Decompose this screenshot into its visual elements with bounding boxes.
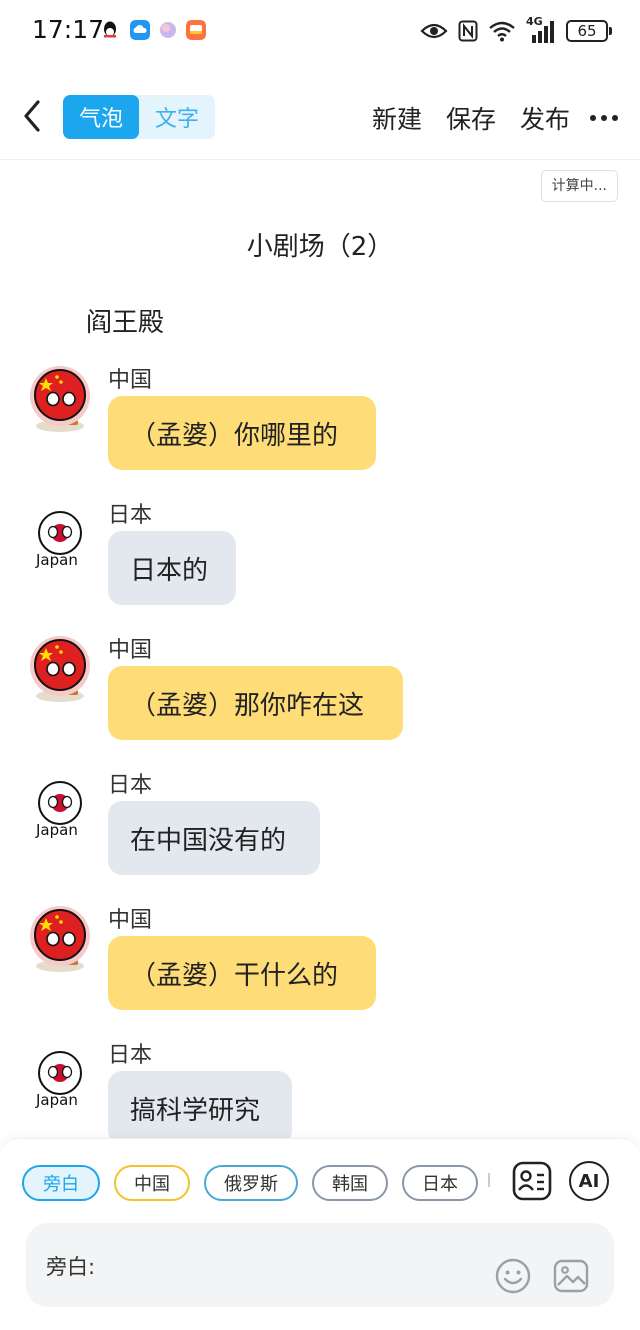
gallery-app-icon: [186, 20, 206, 40]
japan-avatar[interactable]: Japan: [26, 1045, 94, 1121]
message-bubble[interactable]: （孟婆）那你咋在这: [108, 666, 403, 740]
message-bubble[interactable]: 日本的: [108, 531, 236, 605]
bottom-panel: 旁白 中国 俄罗斯 韩国 日本 AI 旁白:: [0, 1138, 640, 1330]
top-navigation: 气泡 文字 新建 保存 发布: [0, 80, 640, 160]
role-chip-korea[interactable]: 韩国: [312, 1165, 388, 1201]
status-time: 17:17: [32, 15, 105, 44]
new-button[interactable]: 新建: [372, 100, 422, 136]
page-title: 小剧场（2）: [246, 232, 394, 262]
image-icon[interactable]: [552, 1257, 590, 1295]
message-input[interactable]: [110, 1241, 490, 1289]
japan-avatar[interactable]: Japan: [26, 775, 94, 851]
japan-avatar[interactable]: Japan: [26, 505, 94, 581]
tab-text[interactable]: 文字: [139, 95, 215, 139]
china-avatar[interactable]: [26, 364, 94, 440]
signal-icon: 4G: [526, 15, 556, 43]
role-chip-japan[interactable]: 日本: [402, 1165, 478, 1201]
avatar-caption: Japan: [36, 1091, 78, 1109]
publish-button[interactable]: 发布: [520, 100, 570, 136]
role-manage-icon[interactable]: [512, 1161, 552, 1201]
scene-label[interactable]: 阎王殿: [86, 302, 164, 339]
avatar-caption: Japan: [36, 551, 78, 569]
message-bubble[interactable]: （孟婆）干什么的: [108, 936, 376, 1010]
tab-bubble[interactable]: 气泡: [63, 95, 139, 139]
nfc-icon: [458, 20, 478, 42]
qq-app-icon: [104, 21, 116, 38]
speaker-name: 中国: [108, 368, 153, 393]
speaker-name: 日本: [108, 503, 153, 528]
message-bubble[interactable]: （孟婆）你哪里的: [108, 396, 376, 470]
ai-button[interactable]: AI: [569, 1161, 609, 1201]
role-chip-china[interactable]: 中国: [114, 1165, 190, 1201]
composer: 旁白:: [26, 1223, 614, 1307]
speaker-label: 旁白:: [46, 1255, 96, 1279]
status-bar: 17:17 4G 65: [0, 0, 640, 62]
eye-icon: [420, 23, 448, 39]
avatar-caption: Japan: [36, 821, 78, 839]
message-bubble[interactable]: 在中国没有的: [108, 801, 320, 875]
calculating-badge[interactable]: 计算中...: [540, 170, 618, 202]
speaker-name: 日本: [108, 1043, 153, 1068]
message-bubble[interactable]: 搞科学研究: [108, 1071, 292, 1145]
china-avatar[interactable]: [26, 904, 94, 980]
role-chip-narrator[interactable]: 旁白: [22, 1165, 100, 1201]
speaker-name: 中国: [108, 638, 153, 663]
more-icon[interactable]: [590, 115, 618, 121]
cloud-app-icon: [130, 20, 150, 40]
back-arrow-icon[interactable]: [18, 96, 48, 136]
wifi-icon: [489, 21, 515, 42]
speaker-name: 日本: [108, 773, 153, 798]
mode-toggle: 气泡 文字: [63, 95, 215, 139]
emoji-icon[interactable]: [494, 1257, 532, 1295]
battery-indicator: 65: [566, 20, 612, 42]
save-button[interactable]: 保存: [446, 100, 496, 136]
china-avatar[interactable]: [26, 634, 94, 710]
role-chip-russia[interactable]: 俄罗斯: [204, 1165, 298, 1201]
chip-divider: [488, 1173, 490, 1187]
speaker-name: 中国: [108, 908, 153, 933]
circle-app-icon: [160, 22, 176, 38]
